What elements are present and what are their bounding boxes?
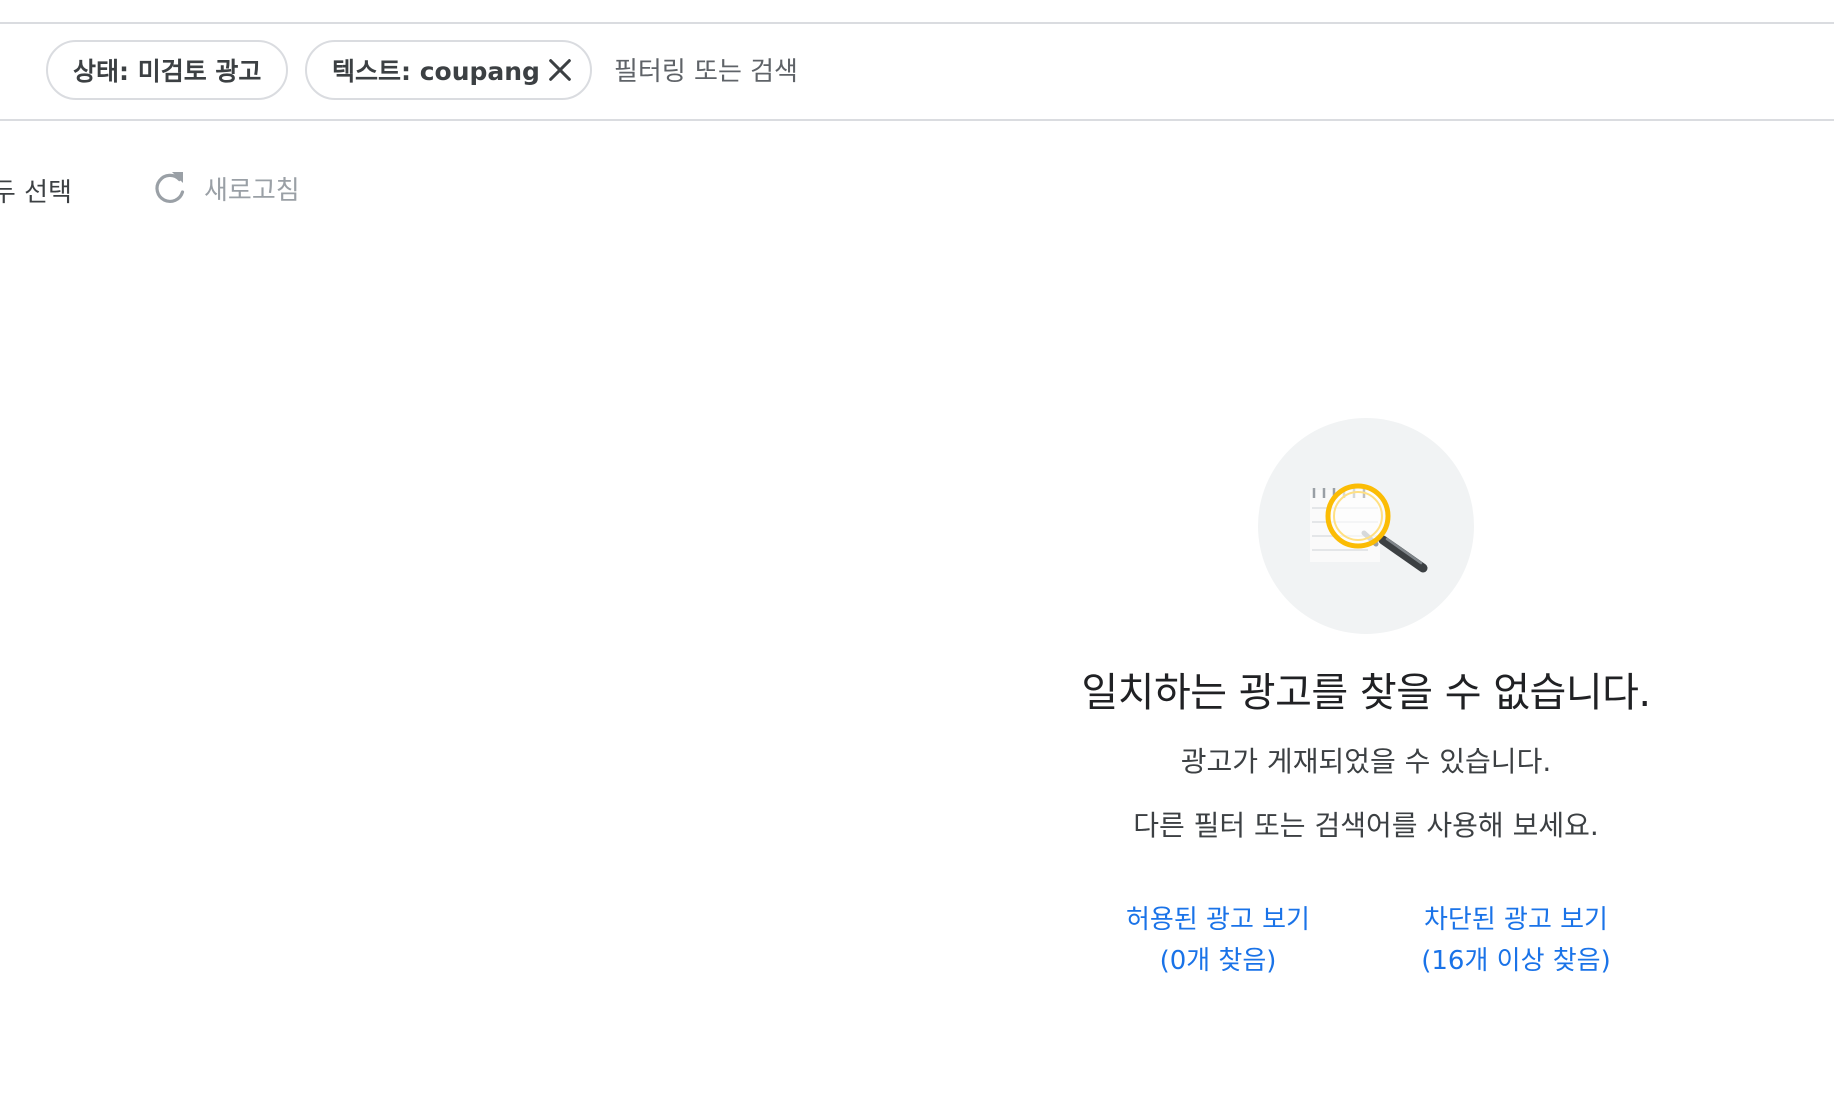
filter-chip-status[interactable]: 상태: 미검토 광고 bbox=[46, 40, 288, 100]
empty-state-title: 일치하는 광고를 찾을 수 없습니다. bbox=[1081, 670, 1651, 716]
refresh-icon bbox=[155, 172, 185, 203]
empty-state-subtitle-line2: 다른 필터 또는 검색어를 사용해 보세요. bbox=[1133, 809, 1599, 842]
select-all-button[interactable]: 모두 선택 bbox=[0, 172, 72, 209]
empty-state-subtitle-line1: 광고가 게재되었을 수 있습니다. bbox=[1180, 745, 1552, 778]
toolbar: 모두 선택 새로고침 bbox=[0, 160, 900, 216]
view-allowed-ads-count: (0개 찾음) bbox=[1159, 946, 1277, 976]
filter-chip-status-label: 상태: 미검토 광고 bbox=[73, 57, 262, 86]
view-blocked-ads-link[interactable]: 차단된 광고 보기 (16개 이상 찾음) bbox=[1396, 900, 1636, 982]
page: 상태: 미검토 광고 텍스트: coupang 모두 선택 새로고침 bbox=[0, 0, 1834, 1100]
filter-chip-text-label: 텍스트: coupang bbox=[332, 57, 540, 86]
view-blocked-ads-label: 차단된 광고 보기 bbox=[1424, 905, 1608, 935]
filter-bar-divider bbox=[0, 119, 1834, 121]
magnifier-search-icon bbox=[1258, 418, 1474, 634]
filter-bar: 상태: 미검토 광고 텍스트: coupang bbox=[0, 24, 1834, 120]
search-input[interactable] bbox=[614, 54, 1314, 90]
empty-state: 일치하는 광고를 찾을 수 없습니다. 광고가 게재되었을 수 있습니다. 다른… bbox=[1064, 418, 1668, 1018]
refresh-button[interactable]: 새로고침 bbox=[150, 166, 300, 210]
view-allowed-ads-link[interactable]: 허용된 광고 보기 (0개 찾음) bbox=[1098, 900, 1338, 982]
filter-chip-text[interactable]: 텍스트: coupang bbox=[305, 40, 592, 100]
view-blocked-ads-count: (16개 이상 찾음) bbox=[1421, 946, 1611, 976]
view-allowed-ads-label: 허용된 광고 보기 bbox=[1126, 905, 1310, 935]
refresh-label: 새로고침 bbox=[204, 175, 300, 206]
close-icon[interactable] bbox=[546, 56, 574, 84]
